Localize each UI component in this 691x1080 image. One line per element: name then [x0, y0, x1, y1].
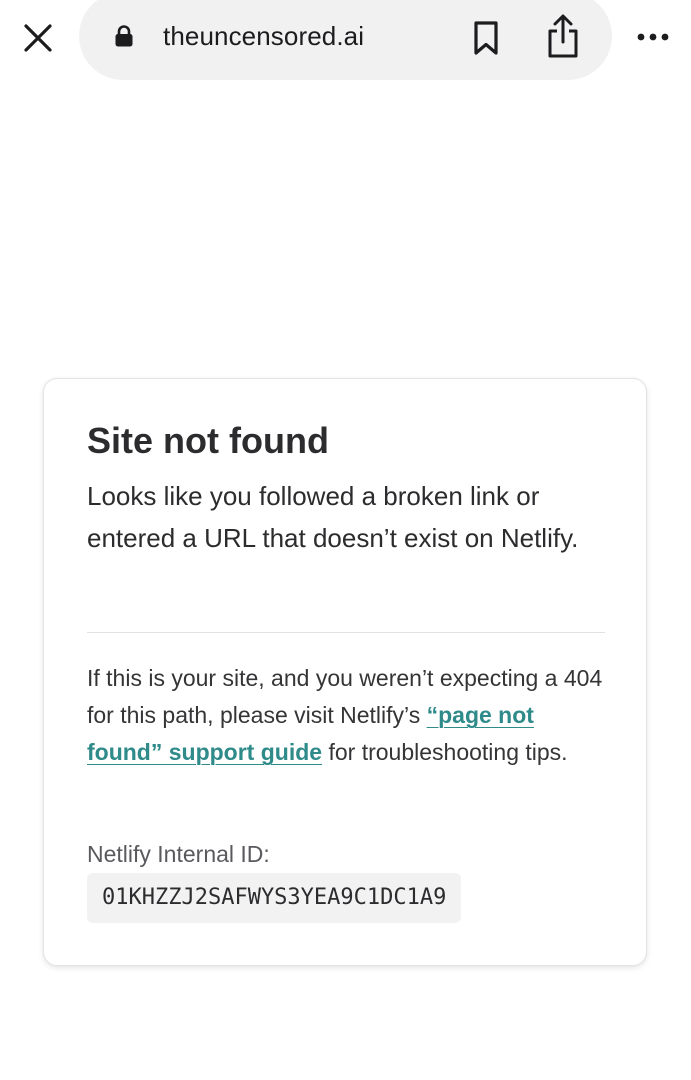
bookmark-button[interactable] — [466, 16, 506, 60]
browser-toolbar: theuncensored.ai — [0, 0, 691, 82]
share-icon — [548, 14, 578, 58]
more-options-button[interactable] — [630, 20, 676, 54]
help-text-end: for troubleshooting tips. — [322, 739, 568, 765]
lock-icon — [115, 25, 133, 47]
page-title: Site not found — [87, 420, 329, 461]
share-button[interactable] — [540, 10, 586, 62]
browser-page: theuncensored.ai Site not found Looks li… — [0, 0, 691, 1080]
divider — [87, 632, 605, 633]
help-text: If this is your site, and you weren’t ex… — [87, 660, 607, 771]
url-text[interactable]: theuncensored.ai — [163, 18, 364, 54]
bookmark-icon — [474, 21, 498, 55]
error-description: Looks like you followed a broken link or… — [87, 481, 579, 553]
more-icon — [637, 33, 669, 41]
internal-id-value: 01KHZZJ2SAFWYS3YEA9C1DC1A9 — [87, 873, 462, 923]
close-icon — [24, 24, 52, 52]
close-button[interactable] — [14, 14, 62, 62]
internal-id-label: Netlify Internal ID: — [87, 841, 270, 867]
error-card: Site not found Looks like you followed a… — [43, 378, 647, 966]
